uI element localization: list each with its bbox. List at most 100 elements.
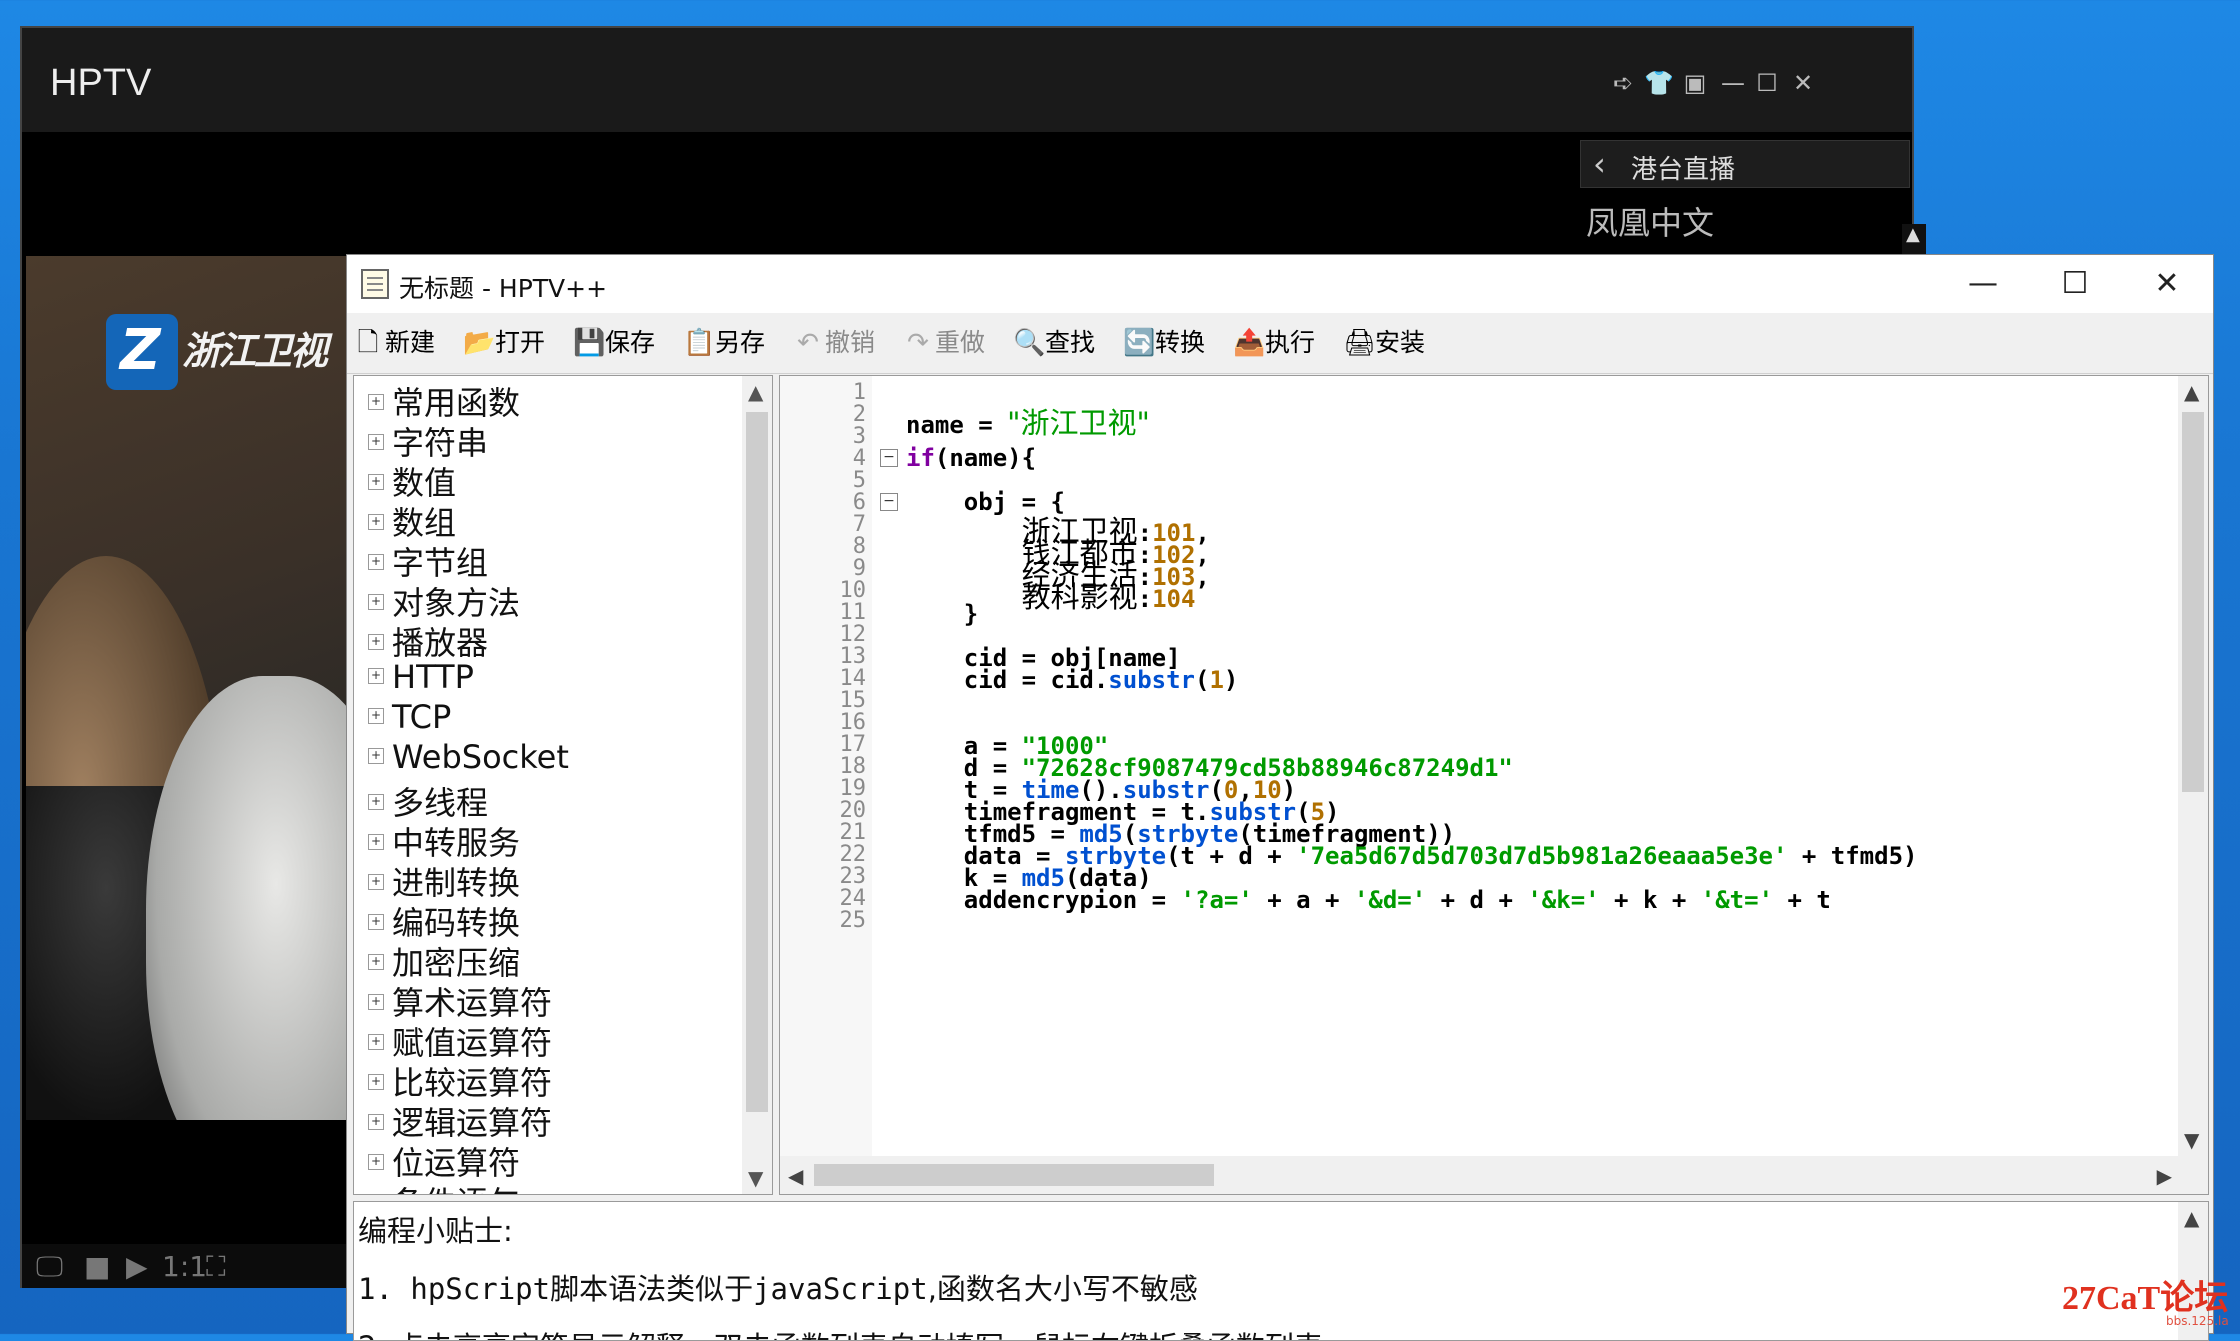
- install-icon: 🖨: [1343, 328, 1377, 358]
- stop-icon[interactable]: ■: [84, 1250, 110, 1283]
- find-button[interactable]: 🔍查找: [1013, 323, 1095, 363]
- expand-icon: +: [368, 634, 384, 650]
- tree-item[interactable]: + TCP: [368, 698, 451, 738]
- redo-button[interactable]: ↷ 重做: [903, 323, 985, 363]
- tip-line: 2. 点击高亮字符显示解释，双击函数列表自动填写，鼠标右键折叠函数列表: [358, 1324, 1323, 1340]
- save-icon: 💾: [573, 328, 606, 358]
- tip-line: 1. hpScript脚本语法类似于javaScript,函数名大小写不敏感: [358, 1272, 1198, 1306]
- tree-item[interactable]: + 数组: [368, 498, 456, 542]
- expand-icon: +: [368, 474, 384, 490]
- tree-item[interactable]: + HTTP: [368, 658, 474, 698]
- expand-icon: +: [368, 1114, 384, 1130]
- save-button[interactable]: 💾保存: [573, 323, 655, 363]
- execute-button[interactable]: 📤执行: [1233, 323, 1315, 363]
- fold-toggle-icon[interactable]: −: [880, 449, 898, 467]
- tree-item[interactable]: + 加密压缩: [368, 938, 520, 982]
- tree-item[interactable]: +条件语句: [368, 1178, 520, 1195]
- tree-item[interactable]: + 比较运算符: [368, 1058, 552, 1102]
- line-number: 25: [839, 908, 867, 933]
- monitor-icon[interactable]: 🖵: [36, 1250, 63, 1284]
- shirt-icon[interactable]: 👕: [1644, 68, 1674, 98]
- maximize-button[interactable]: ☐: [2043, 261, 2107, 307]
- expand-icon: +: [368, 594, 384, 610]
- close-icon[interactable]: ✕: [1788, 68, 1818, 98]
- tree-item[interactable]: + 编码转换: [368, 898, 520, 942]
- tree-item[interactable]: + 播放器: [368, 618, 488, 662]
- minimize-icon[interactable]: —: [1718, 68, 1748, 98]
- scroll-right-icon[interactable]: ▶: [2157, 1164, 2172, 1188]
- scroll-up-icon[interactable]: ▲: [2184, 380, 2199, 404]
- code-hscroll-thumb[interactable]: [814, 1164, 1214, 1186]
- scroll-up-icon[interactable]: ▲: [748, 380, 763, 404]
- tree-item[interactable]: + 数值: [368, 458, 456, 502]
- tree-item[interactable]: + 赋值运算符: [368, 1018, 552, 1062]
- tree-item[interactable]: + 中转服务: [368, 818, 520, 862]
- tree-item[interactable]: + WebSocket: [368, 738, 569, 778]
- fullscreen-icon[interactable]: ⛶: [206, 1250, 226, 1284]
- tree-item[interactable]: + 对象方法: [368, 578, 520, 622]
- code-horizontal-scrollbar[interactable]: ◀ ▶: [780, 1156, 2208, 1194]
- undo-button[interactable]: ↶ 撤销: [793, 323, 875, 363]
- code-line: }: [906, 600, 979, 628]
- player-title: HPTV: [50, 62, 152, 104]
- open-button[interactable]: 📂打开: [463, 323, 545, 363]
- expand-icon: +: [368, 554, 384, 570]
- code-line: if(name){: [906, 444, 1037, 472]
- close-button[interactable]: ✕: [2135, 261, 2199, 307]
- open-folder-icon: 📂: [463, 328, 496, 358]
- function-tree: + 常用函数 + 字符串 + 数值 + 数组 + 字节组 + 对象方法 + 播放器 + HTTP…: [353, 375, 773, 1195]
- fold-toggle-icon[interactable]: −: [880, 493, 898, 511]
- new-button[interactable]: 🗋 新建: [353, 323, 435, 363]
- code-vscroll-thumb[interactable]: [2182, 412, 2204, 792]
- expand-icon: +: [368, 394, 384, 410]
- save-as-icon: 📋: [683, 328, 716, 358]
- tips-panel: 编程小贴士: 1. hpScript脚本语法类似于javaScript,函数名大…: [353, 1201, 2209, 1341]
- editor-toolbar: 🗋 新建 📂打开 💾保存 📋另存 ↶ 撤销 ↷ 重做 🔍查找 🔄转换 📤执行 🖨安装: [347, 313, 2213, 374]
- code-line: addencrypion = '?a=' + a + '&d=' + d + '…: [906, 886, 1831, 914]
- scroll-down-icon[interactable]: ▼: [748, 1166, 763, 1190]
- expand-icon: +: [368, 874, 384, 890]
- save-as-button[interactable]: 📋另存: [683, 323, 765, 363]
- expand-icon: +: [368, 1074, 384, 1090]
- expand-icon: +: [368, 668, 384, 684]
- expand-icon: +: [368, 834, 384, 850]
- channel-item[interactable]: 凤凰中文: [1586, 198, 1714, 244]
- convert-button[interactable]: 🔄转换: [1123, 323, 1205, 363]
- undo-icon: ↶: [797, 328, 819, 358]
- tree-item[interactable]: + 进制转换: [368, 858, 520, 902]
- expand-icon: +: [368, 1194, 384, 1195]
- play-icon[interactable]: ▶: [126, 1250, 148, 1283]
- chevron-left-icon[interactable]: ‹: [1593, 145, 1606, 183]
- maximize-icon[interactable]: ☐: [1752, 68, 1782, 98]
- minimize-button[interactable]: —: [1951, 261, 2015, 307]
- scroll-down-icon[interactable]: ▼: [2184, 1128, 2199, 1152]
- expand-icon: +: [368, 794, 384, 810]
- tree-item[interactable]: + 位运算符: [368, 1138, 520, 1182]
- install-button[interactable]: 🖨安装: [1343, 323, 1425, 363]
- expand-icon: +: [368, 434, 384, 450]
- scroll-left-icon[interactable]: ◀: [788, 1164, 803, 1188]
- scroll-up-icon[interactable]: ▲: [1906, 224, 1920, 245]
- code-editor[interactable]: 1 2 3 4 5 6 7 8 9 10 11 12 13 14 15 16 1…: [779, 375, 2209, 1195]
- pin-icon[interactable]: ➪: [1608, 68, 1638, 98]
- tree-scrollbar[interactable]: ▲ ▼: [742, 376, 772, 1194]
- tree-item[interactable]: + 常用函数: [368, 378, 520, 422]
- expand-icon: +: [368, 994, 384, 1010]
- scroll-up-icon[interactable]: ▲: [2184, 1206, 2199, 1230]
- tree-item[interactable]: + 字节组: [368, 538, 488, 582]
- convert-icon: 🔄: [1123, 328, 1156, 358]
- expand-icon: +: [368, 1154, 384, 1170]
- tree-scroll-thumb[interactable]: [746, 412, 768, 1112]
- channel-group-header[interactable]: ‹ 港台直播: [1580, 140, 1910, 188]
- tree-item[interactable]: + 多线程: [368, 778, 488, 822]
- aspect-ratio-button[interactable]: 1:1: [162, 1250, 207, 1283]
- player-titlebar: HPTV ➪ 👕 ▣ — ☐ ✕: [22, 28, 1912, 132]
- menu-icon[interactable]: ▣: [1680, 68, 1710, 98]
- code-vertical-scrollbar[interactable]: ▲ ▼: [2178, 376, 2208, 1156]
- tree-item[interactable]: + 字符串: [368, 418, 488, 462]
- tree-item[interactable]: + 算术运算符: [368, 978, 552, 1022]
- tips-heading: 编程小贴士:: [358, 1214, 513, 1248]
- tree-item[interactable]: + 逻辑运算符: [368, 1098, 552, 1142]
- execute-icon: 📤: [1233, 328, 1266, 358]
- hptv-editor-window: 无标题 - HPTV++ — ☐ ✕ 🗋 新建 📂打开 💾保存 📋另存 ↶ 撤销 ↷…: [346, 254, 2214, 1341]
